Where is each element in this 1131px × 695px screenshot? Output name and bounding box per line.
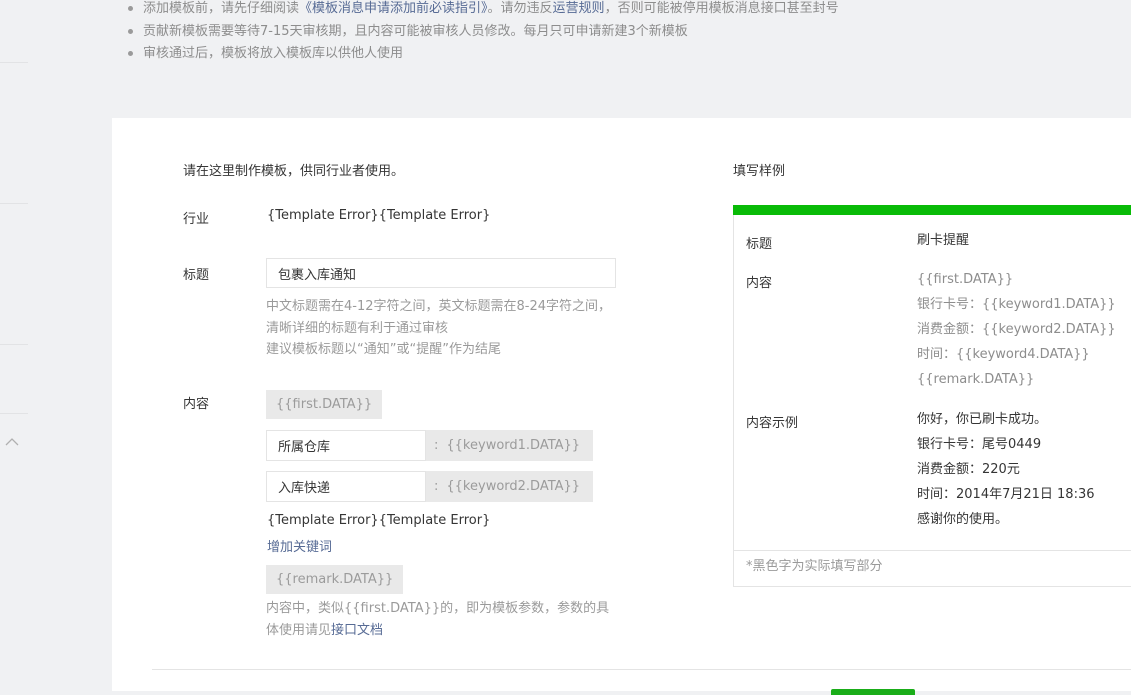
content-label: 内容 [183,397,210,412]
notice-item: 贡献新模板需要等待7-15天审核期，且内容可能被审核人员修改。每月只可申请新建3… [126,21,839,44]
remark-param-chip: {{remark.DATA}} [266,565,404,594]
example-sample-lines: 你好，你已刷卡成功。 银行卡号：尾号0449 消费金额：220元 时间：2014… [917,412,1095,527]
title-label: 标题 [183,268,210,283]
example-content-label: 内容 [746,276,773,291]
submit-button[interactable] [831,689,915,695]
title-input[interactable] [266,258,616,288]
example-title-label: 标题 [746,237,773,252]
example-divider [734,550,1131,551]
add-keyword-link[interactable]: 增加关键词 [267,536,332,555]
example-footnote: *黑色字为实际填写部分 [746,559,883,574]
operation-rules-link[interactable]: 运营规则 [553,1,605,16]
example-title-value: 刷卡提醒 [917,233,970,248]
chevron-up-icon[interactable] [4,434,20,450]
keyword-row: :{{keyword2.DATA}} [266,471,594,502]
api-doc-link[interactable]: 接口文档 [331,623,383,638]
template-form-card: 请在这里制作模板，供同行业者使用。 行业 {Template Error}{Te… [112,118,1131,695]
sidebar-divider [0,413,28,414]
sidebar-divider [0,62,28,63]
left-sidebar-edge [0,0,28,691]
example-content-lines: {{first.DATA}} 银行卡号：{{keyword1.DATA}} 消费… [917,272,1116,387]
form-bottom-divider [152,669,1131,670]
keyword-name-input[interactable] [266,430,426,461]
content-hint: 内容中，类似{{first.DATA}}的，即为模板参数，参数的具体使用请见接口… [266,601,610,638]
sidebar-divider [0,344,28,345]
content-error-text: {Template Error}{Template Error} [267,513,491,528]
template-guide-link[interactable]: 《模板消息申请添加前必读指引》 [299,1,488,16]
notice-list: 添加模板前，请先仔细阅读《模板消息申请添加前必读指引》。请勿违反运营规则，否则可… [126,0,839,66]
form-intro: 请在这里制作模板，供同行业者使用。 [183,164,405,179]
keyword-row: :{{keyword1.DATA}} [266,430,594,461]
keyword-name-input[interactable] [266,471,426,502]
first-param-chip: {{first.DATA}} [266,390,383,419]
notice-item: 添加模板前，请先仔细阅读《模板消息申请添加前必读指引》。请勿违反运营规则，否则可… [126,0,839,21]
example-sample-label: 内容示例 [746,416,799,431]
title-hint: 中文标题需在4-12字符之间，英文标题需在8-24字符之间，清晰详细的标题有利于… [266,299,612,357]
notice-item: 审核通过后，模板将放入模板库以供他人使用 [126,43,839,66]
keyword-param: : {{keyword1.DATA}} [426,430,594,461]
example-panel: 标题 刷卡提醒 内容 {{first.DATA}} 银行卡号：{{keyword… [733,205,1131,587]
sidebar-divider [0,203,28,204]
industry-label: 行业 [183,212,210,227]
industry-value: {Template Error}{Template Error} [267,208,491,223]
keyword-param: : {{keyword2.DATA}} [426,471,594,502]
example-heading: 填写样例 [733,164,786,179]
example-accent-bar [733,205,1131,215]
